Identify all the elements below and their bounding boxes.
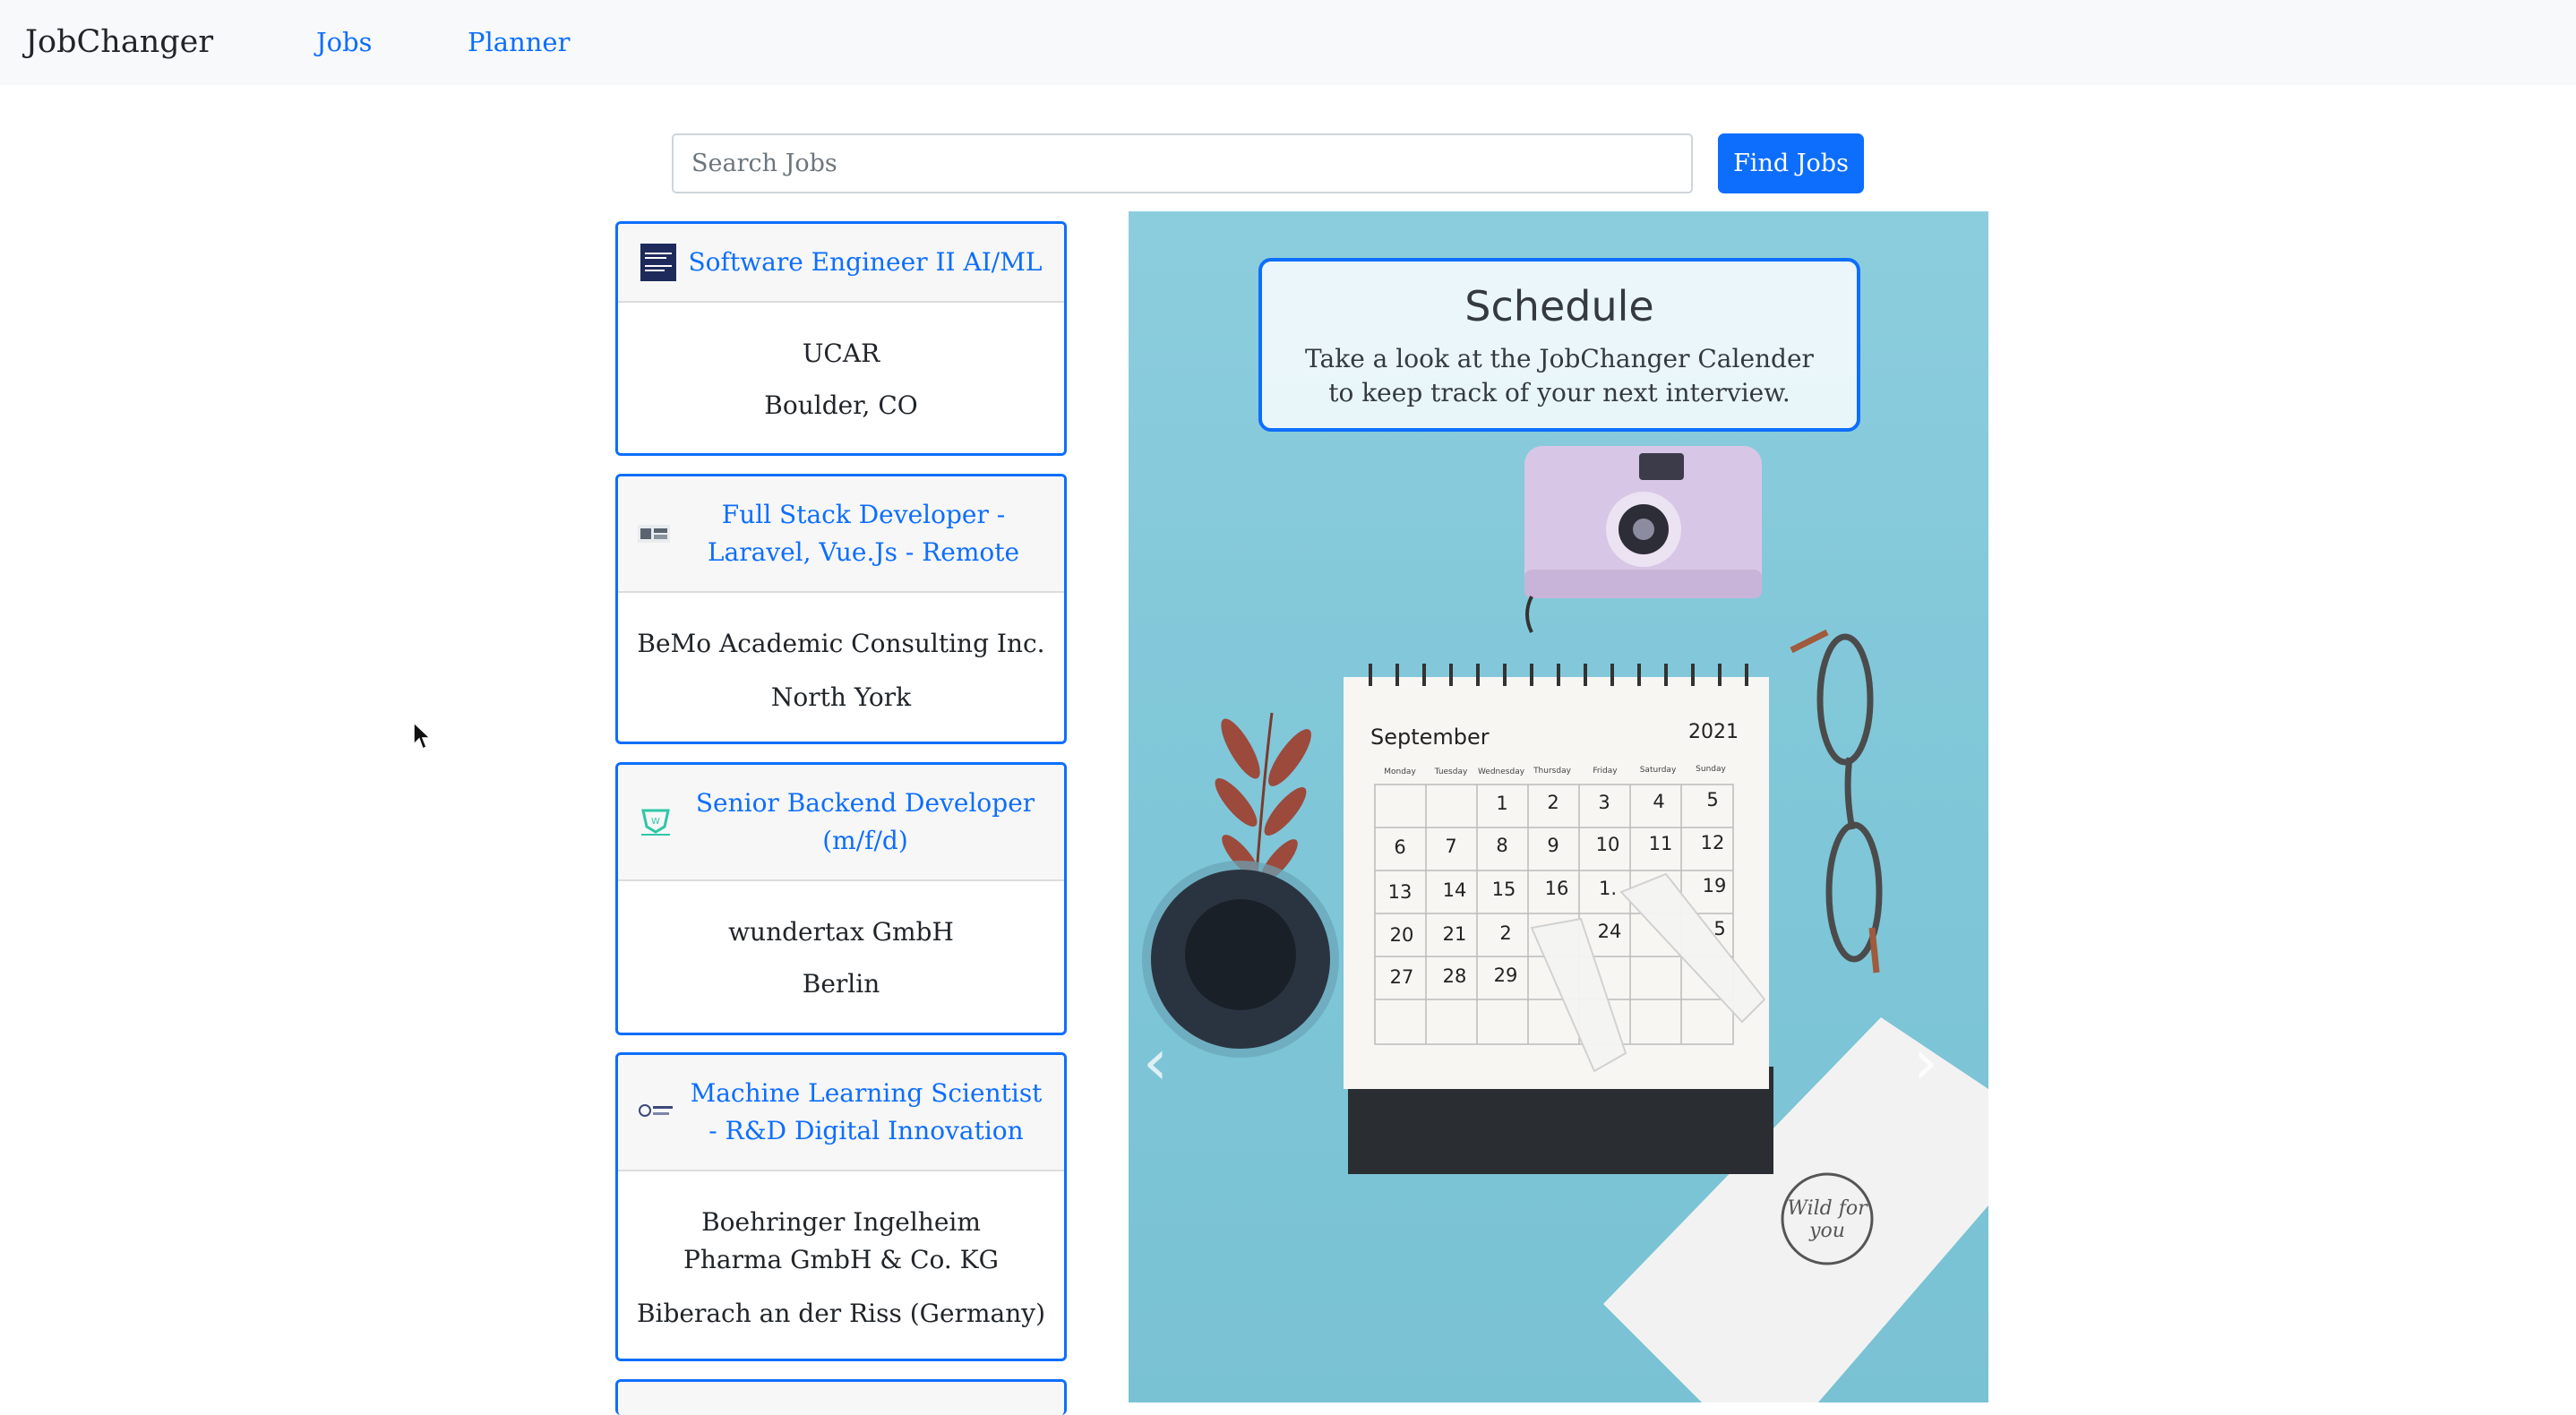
- job-location: Berlin: [802, 969, 880, 999]
- svg-text:Monday: Monday: [1384, 768, 1416, 776]
- svg-text:you: you: [1808, 1220, 1845, 1242]
- job-card-header: W Senior Backend Developer (m/f/d): [618, 765, 1064, 881]
- search-input[interactable]: [672, 133, 1693, 193]
- svg-text:27: 27: [1390, 966, 1414, 988]
- svg-text:6: 6: [1394, 836, 1405, 858]
- job-title-link[interactable]: Software Engineer II AI/ML: [689, 244, 1043, 281]
- brand-logo-text[interactable]: JobChanger: [25, 0, 213, 85]
- job-card[interactable]: [615, 1379, 1067, 1415]
- svg-text:1: 1: [1496, 793, 1507, 814]
- job-card-body: UCAR Boulder, CO: [618, 303, 1064, 424]
- svg-text:Saturday: Saturday: [1640, 766, 1677, 775]
- company-name: BeMo Academic Consulting Inc.: [637, 629, 1045, 658]
- boehringer-logo-icon: [639, 1104, 673, 1117]
- svg-text:19: 19: [1703, 875, 1727, 896]
- svg-text:7: 7: [1445, 836, 1456, 857]
- chevron-right-icon[interactable]: ›: [1899, 1025, 1953, 1099]
- camera-decoration: [1524, 446, 1762, 633]
- svg-text:Sunday: Sunday: [1696, 765, 1726, 774]
- company-name: Boehringer Ingelheim Pharma GmbH & Co. K…: [683, 1207, 999, 1274]
- bemo-logo-icon: [638, 525, 670, 543]
- job-location: North York: [770, 682, 912, 712]
- job-card-header: Software Engineer II AI/ML: [618, 224, 1064, 303]
- caption-text: Take a look at the JobChanger Calender t…: [1305, 344, 1814, 407]
- job-card[interactable]: Software Engineer II AI/ML UCAR Boulder,…: [615, 221, 1067, 456]
- svg-text:W: W: [651, 817, 660, 827]
- svg-text:12: 12: [1701, 832, 1725, 853]
- svg-text:11: 11: [1649, 833, 1673, 854]
- job-card[interactable]: W Senior Backend Developer (m/f/d) wunde…: [615, 762, 1067, 1035]
- svg-text:Thursday: Thursday: [1533, 767, 1572, 776]
- svg-text:29: 29: [1494, 965, 1518, 986]
- job-card-body: wundertax GmbH Berlin: [618, 881, 1064, 1003]
- svg-text:Wednesday: Wednesday: [1478, 768, 1525, 776]
- svg-text:1.: 1.: [1599, 878, 1617, 899]
- svg-text:5: 5: [1706, 789, 1718, 810]
- job-location: Boulder, CO: [764, 390, 918, 420]
- job-card[interactable]: Full Stack Developer - Laravel, Vue.Js -…: [615, 474, 1067, 744]
- job-title-link[interactable]: Machine Learning Scientist - R&D Digital…: [688, 1075, 1044, 1150]
- job-card-header: [618, 1382, 1064, 1415]
- nav-link-jobs[interactable]: Jobs: [316, 0, 373, 85]
- svg-text:September: September: [1370, 725, 1490, 750]
- job-card-body: Boehringer Ingelheim Pharma GmbH & Co. K…: [618, 1171, 1064, 1333]
- caption-title: Schedule: [1464, 282, 1654, 330]
- job-card-body: BeMo Academic Consulting Inc. North York: [618, 593, 1064, 716]
- svg-text:14: 14: [1443, 879, 1467, 901]
- eyeglasses-decoration: [1790, 629, 1883, 973]
- job-title-link[interactable]: Full Stack Developer - Laravel, Vue.Js -…: [683, 496, 1044, 571]
- svg-text:Friday: Friday: [1593, 767, 1618, 776]
- svg-text:13: 13: [1388, 881, 1413, 903]
- svg-text:9: 9: [1547, 835, 1558, 856]
- schedule-carousel[interactable]: Wild for you September 2021 Monday Tuesd…: [1129, 211, 1988, 1402]
- svg-text:21: 21: [1443, 923, 1467, 945]
- company-name: UCAR: [802, 339, 880, 368]
- svg-text:28: 28: [1443, 965, 1467, 987]
- chevron-left-icon[interactable]: ‹: [1129, 1025, 1182, 1099]
- wundertax-logo-icon: W: [641, 809, 670, 836]
- svg-text:Tuesday: Tuesday: [1434, 768, 1468, 776]
- job-card-header: Full Stack Developer - Laravel, Vue.Js -…: [618, 476, 1064, 593]
- job-title-link[interactable]: Senior Backend Developer (m/f/d): [686, 785, 1044, 860]
- svg-text:2: 2: [1499, 922, 1511, 944]
- navbar: JobChanger Jobs Planner: [0, 0, 2576, 85]
- svg-text:2: 2: [1547, 792, 1558, 813]
- svg-text:16: 16: [1545, 878, 1569, 899]
- svg-text:4: 4: [1653, 791, 1664, 812]
- company-name: wundertax GmbH: [728, 917, 954, 947]
- svg-text:24: 24: [1598, 921, 1622, 942]
- svg-text:2021: 2021: [1688, 721, 1739, 743]
- find-jobs-button[interactable]: Find Jobs: [1718, 133, 1864, 193]
- nav-link-planner[interactable]: Planner: [468, 0, 570, 85]
- svg-text:15: 15: [1492, 879, 1516, 900]
- svg-text:20: 20: [1390, 924, 1414, 946]
- ucar-logo-icon: [640, 244, 676, 281]
- desk-calendar-decoration: September 2021 Monday Tuesday Wednesday …: [1344, 664, 1773, 1174]
- carousel-caption: Schedule Take a look at the JobChanger C…: [1258, 258, 1860, 432]
- svg-text:8: 8: [1496, 835, 1507, 856]
- mouse-cursor-icon: [413, 721, 432, 750]
- svg-text:10: 10: [1596, 834, 1620, 855]
- job-card-header: Machine Learning Scientist - R&D Digital…: [618, 1055, 1064, 1171]
- job-location: Biberach an der Riss (Germany): [636, 1299, 1046, 1328]
- svg-text:3: 3: [1598, 792, 1610, 813]
- svg-text:Wild for: Wild for: [1787, 1197, 1868, 1220]
- job-card[interactable]: Machine Learning Scientist - R&D Digital…: [615, 1052, 1067, 1361]
